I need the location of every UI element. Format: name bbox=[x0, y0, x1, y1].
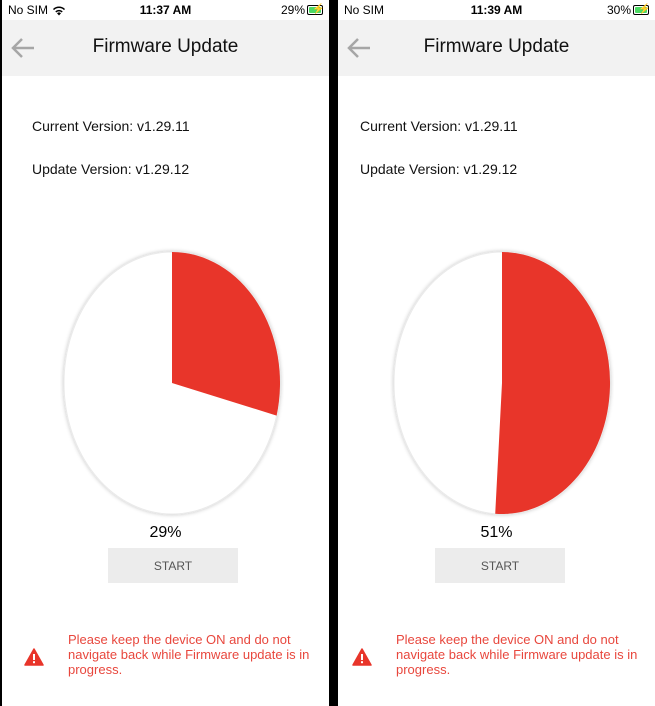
progress-pie bbox=[60, 244, 284, 522]
status-bar: No SIM 11:39 AM 30% ⚡ bbox=[338, 0, 655, 20]
update-version: Update Version: v1.29.12 bbox=[360, 161, 518, 177]
warning-message: Please keep the device ON and do not nav… bbox=[396, 632, 638, 677]
battery: 30% ⚡ bbox=[606, 3, 650, 17]
battery-charging-icon: ⚡ bbox=[307, 4, 324, 15]
start-button[interactable]: START bbox=[435, 548, 565, 583]
warning-message: Please keep the device ON and do not nav… bbox=[68, 632, 310, 677]
current-version: Current Version: v1.29.11 bbox=[32, 118, 190, 134]
phone-screen-right: No SIM 11:39 AM 30% ⚡ Firmware Update Cu… bbox=[338, 0, 655, 706]
status-time: 11:37 AM bbox=[139, 3, 192, 17]
warning-triangle-icon bbox=[24, 648, 44, 671]
progress-percent: 51% bbox=[480, 524, 513, 541]
header-bar: Firmware Update bbox=[2, 20, 329, 76]
battery-percent: 30% bbox=[606, 3, 631, 17]
progress-percent: 29% bbox=[149, 524, 182, 541]
header-bar: Firmware Update bbox=[338, 20, 655, 76]
battery: 29% ⚡ bbox=[280, 3, 324, 17]
start-button[interactable]: START bbox=[108, 548, 238, 583]
page-title: Firmware Update bbox=[92, 36, 239, 57]
warning-triangle-icon bbox=[352, 648, 372, 671]
status-bar: No SIM 11:37 AM 29% ⚡ bbox=[2, 0, 329, 20]
phone-screen-left: No SIM 11:37 AM 29% ⚡ Firmware Update Cu… bbox=[2, 0, 329, 706]
battery-charging-icon: ⚡ bbox=[633, 4, 650, 15]
pie-progress-slice bbox=[495, 252, 611, 514]
page-title: Firmware Update bbox=[423, 36, 570, 57]
update-version: Update Version: v1.29.12 bbox=[32, 161, 190, 177]
current-version: Current Version: v1.29.11 bbox=[360, 118, 518, 134]
progress-pie bbox=[390, 244, 614, 522]
battery-percent: 29% bbox=[280, 3, 305, 17]
